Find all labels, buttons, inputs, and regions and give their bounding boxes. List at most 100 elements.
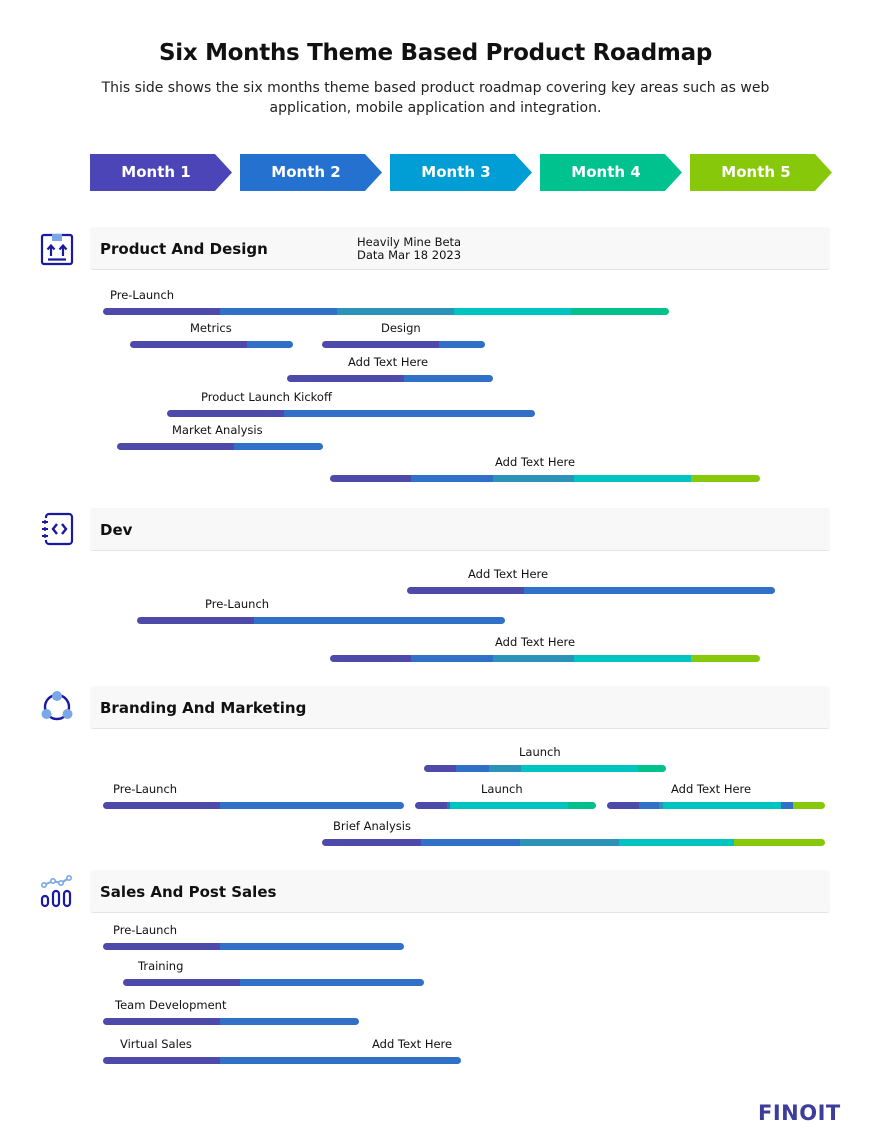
task-label: Market Analysis [172,423,263,437]
bar-segment [571,308,669,315]
section-header: Product And Design Heavily Mine Beta Dat… [90,227,830,270]
bar-segment [781,802,793,809]
task-label: Design [381,321,421,335]
bar-segment [568,802,596,809]
section-title: Dev [100,521,133,539]
bar-segment [520,839,619,846]
task-bar [322,341,485,348]
bar-segment [638,765,666,772]
bar-segment [247,341,293,348]
bar-segment [691,475,760,482]
task-label: Brief Analysis [333,819,411,833]
code-notebook-icon [40,512,74,546]
section-title: Sales And Post Sales [100,883,277,901]
task-bar [103,308,669,315]
bar-segment [130,341,247,348]
bar-segment [337,308,454,315]
bar-segment [240,979,424,986]
finoit-logo: FINOIT [758,1100,844,1128]
bar-segment [415,802,447,809]
section-header: Sales And Post Sales [90,870,830,913]
task-label: Add Text Here [348,355,429,369]
bar-segment [574,475,691,482]
task-label: Pre-Launch [110,288,175,302]
task-label: Metrics [190,321,232,335]
bar-segment [524,587,775,594]
task-bar [103,802,404,809]
task-bar [117,443,323,450]
bar-segment [691,655,760,662]
bar-segment [322,839,421,846]
task-bar [103,1057,461,1064]
bar-segment [220,1057,461,1064]
bar-segment [167,410,284,417]
bar-segment [450,802,568,809]
task-label: Launch [481,782,523,796]
task-bar [607,802,825,809]
page-title: Six Months Theme Based Product Roadmap [159,40,712,66]
bar-segment [663,802,781,809]
bar-segment [619,839,734,846]
bar-segment [220,1018,359,1025]
task-label: Training [138,959,184,973]
bar-segment [734,839,825,846]
bar-segment [287,375,404,382]
note-line-2: Data Mar 18 2023 [357,248,462,262]
bar-segment [117,443,234,450]
bar-segment [103,943,220,950]
month-4-arrow: Month 4 [540,154,682,191]
task-bar [415,802,596,809]
bar-segment [493,475,574,482]
bar-segment [220,308,337,315]
task-label: Product Launch Kickoff [201,390,332,404]
bar-segment [521,765,638,772]
bar-segment [220,802,404,809]
task-label: Pre-Launch [113,923,178,937]
task-bar [167,410,535,417]
task-label: Add Text Here [468,567,549,581]
bar-segment [254,617,505,624]
share-network-icon [40,690,74,724]
task-label: Add Text Here [372,1037,453,1051]
package-arrows-up-icon [40,232,74,266]
bar-segment [220,943,404,950]
month-1-arrow: Month 1 [90,154,232,191]
bar-segment [103,308,220,315]
bar-segment [411,655,493,662]
analytics-chart-icon [40,874,74,909]
task-bar [287,375,493,382]
bar-segment [639,802,659,809]
task-bar [123,979,424,986]
task-label: Virtual Sales [120,1037,192,1051]
task-bar [137,617,505,624]
bar-segment [103,1057,220,1064]
bar-segment [123,979,240,986]
task-bar [130,341,293,348]
bar-segment [424,765,456,772]
bar-segment [103,1018,220,1025]
month-3-arrow: Month 3 [390,154,532,191]
month-2-arrow: Month 2 [240,154,382,191]
task-bar [322,839,825,846]
task-bar [424,765,666,772]
task-bar [103,943,404,950]
task-label: Add Text Here [495,455,576,469]
bar-segment [411,475,493,482]
task-label: Pre-Launch [205,597,270,611]
section-title: Branding And Marketing [100,699,307,717]
bar-segment [493,655,574,662]
section-note: Heavily Mine Beta Data Mar 18 2023 [357,236,461,262]
month-5-arrow: Month 5 [690,154,832,191]
bar-segment [284,410,535,417]
bar-segment [407,587,524,594]
bar-segment [574,655,691,662]
bar-segment [607,802,639,809]
section-header: Branding And Marketing [90,686,830,729]
bar-segment [793,802,825,809]
bar-segment [330,655,411,662]
task-bar [103,1018,359,1025]
bar-segment [489,765,521,772]
section-header: Dev [90,508,830,551]
bar-segment [439,341,485,348]
bar-segment [454,308,571,315]
